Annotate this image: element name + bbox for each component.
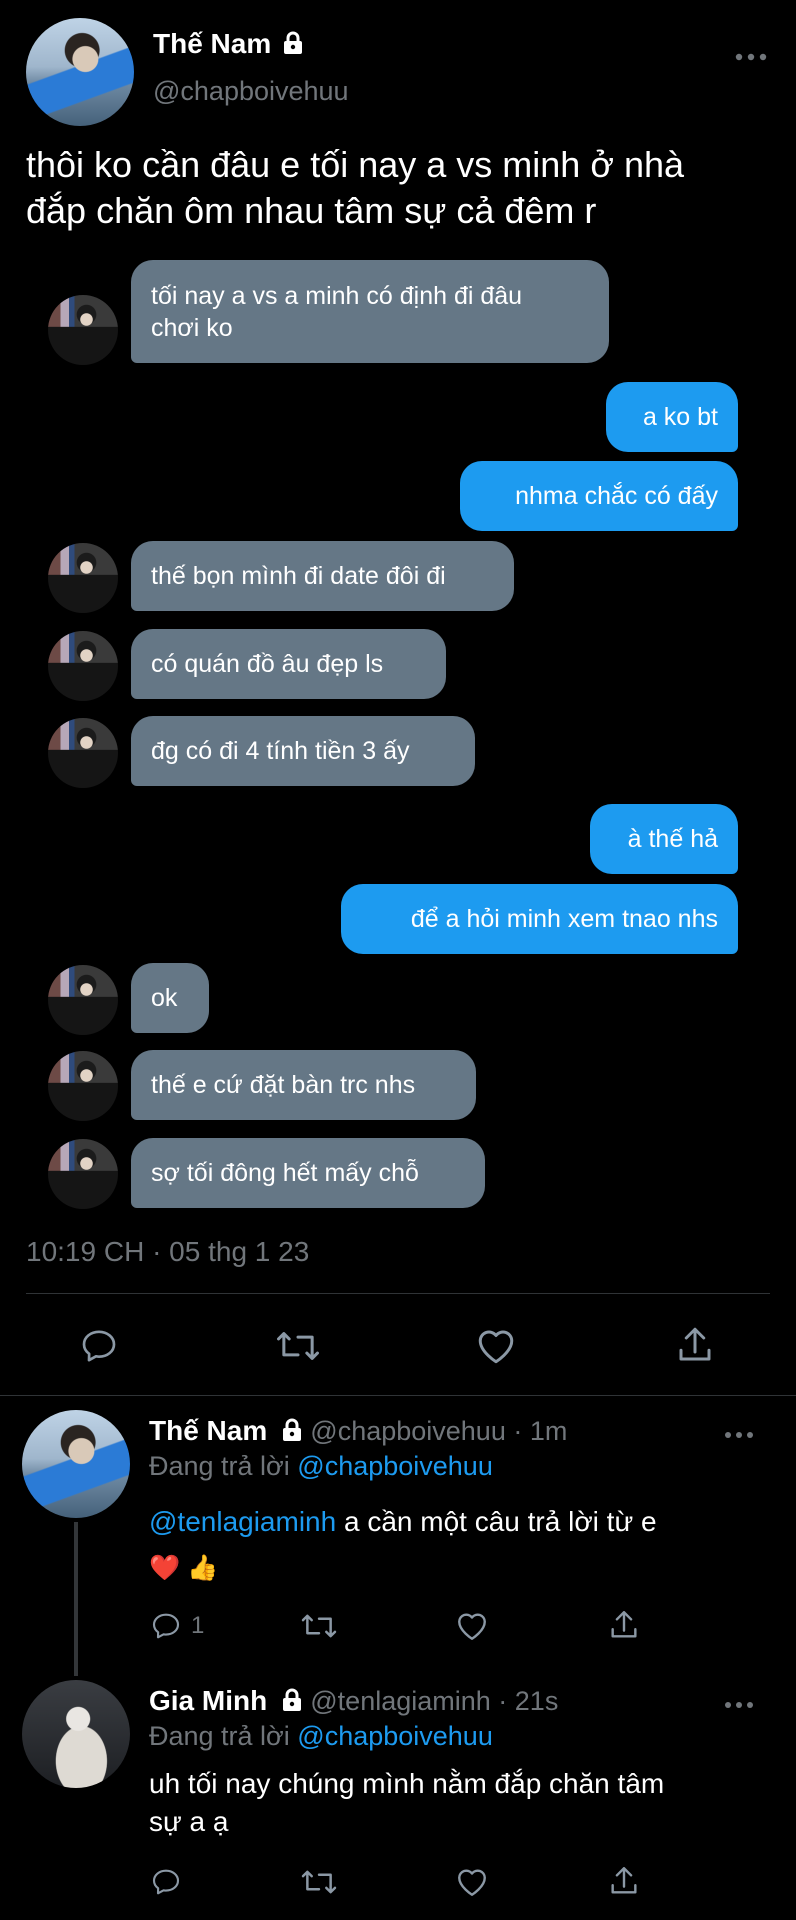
lock-icon bbox=[282, 1688, 301, 1711]
more-options-icon[interactable] bbox=[724, 1426, 754, 1444]
chat-message-text: thế bọn mình đi date đôi đi bbox=[151, 562, 446, 590]
chat-message-text: à thế hả bbox=[627, 825, 718, 853]
tweet-text-line: đắp chăn ôm nhau tâm sự cả đêm r bbox=[26, 190, 597, 231]
author-handle[interactable]: @chapboivehuu bbox=[153, 76, 349, 107]
reply-author-name[interactable]: Gia Minh bbox=[149, 1685, 267, 1716]
chat-avatar bbox=[48, 295, 118, 365]
divider bbox=[26, 1293, 770, 1294]
reply-time[interactable]: · 21s bbox=[498, 1686, 558, 1716]
chat-avatar bbox=[48, 543, 118, 613]
chat-message-outgoing: nhma chắc có đấy bbox=[460, 461, 738, 531]
chat-message-text: nhma chắc có đấy bbox=[515, 482, 718, 510]
reply-count: 1 bbox=[191, 1612, 205, 1639]
chat-message-incoming: sợ tối đông hết mấy chỗ bbox=[131, 1138, 485, 1208]
chat-message-incoming: tối nay a vs a minh có định đi đâu chơi … bbox=[131, 260, 609, 363]
chat-message-outgoing: à thế hả bbox=[590, 804, 738, 874]
reply-author-handle[interactable]: @chapboivehuu bbox=[310, 1416, 506, 1446]
replying-to: Đang trả lời @chapboivehuu bbox=[149, 1451, 493, 1482]
reply-text-line: sự a ạ bbox=[149, 1806, 229, 1837]
chat-message-text: ok bbox=[151, 984, 178, 1012]
tweet-timestamp[interactable]: 10:19 CH · 05 thg 1 23 bbox=[26, 1236, 309, 1268]
like-icon[interactable] bbox=[475, 1326, 517, 1366]
reply-emojis: ❤️ 👍 bbox=[149, 1554, 219, 1582]
replying-prefix: Đang trả lời bbox=[149, 1721, 290, 1751]
reply-text: @tenlagiaminh a cần một câu trả lời từ e… bbox=[149, 1498, 749, 1592]
chat-message-text: đg có đi 4 tính tiền 3 ấy bbox=[151, 737, 410, 765]
reply-icon[interactable] bbox=[149, 1866, 183, 1898]
author-name[interactable]: Thế Nam bbox=[153, 28, 271, 59]
tweet-text: thôi ko cần đâu e tối nay a vs minh ở nh… bbox=[26, 142, 684, 234]
mention-link[interactable]: @tenlagiaminh bbox=[149, 1506, 336, 1537]
replying-to-link[interactable]: @chapboivehuu bbox=[297, 1451, 493, 1481]
retweet-icon[interactable] bbox=[300, 1610, 338, 1642]
chat-message-text: chơi ko bbox=[151, 313, 233, 342]
retweet-icon[interactable] bbox=[300, 1866, 338, 1898]
chat-message-incoming: có quán đồ âu đẹp ls bbox=[131, 629, 446, 699]
chat-avatar bbox=[48, 965, 118, 1035]
lock-icon bbox=[282, 1418, 301, 1441]
like-icon[interactable] bbox=[455, 1866, 489, 1898]
like-icon[interactable] bbox=[455, 1610, 489, 1642]
reply-icon[interactable] bbox=[78, 1326, 120, 1366]
divider bbox=[0, 1395, 796, 1396]
reply-text: uh tối nay chúng mình nằm đắp chăn tâm s… bbox=[149, 1765, 769, 1841]
reply-avatar[interactable] bbox=[22, 1680, 130, 1788]
tweet-text-line: thôi ko cần đâu e tối nay a vs minh ở nh… bbox=[26, 144, 685, 185]
reply-text-body: a cần một câu trả lời từ e bbox=[336, 1506, 657, 1537]
more-options-icon[interactable] bbox=[724, 1696, 754, 1714]
thread-line bbox=[74, 1522, 78, 1676]
chat-avatar bbox=[48, 1139, 118, 1209]
chat-avatar bbox=[48, 631, 118, 701]
author-name-row[interactable]: Thế Nam bbox=[153, 28, 304, 60]
chat-message-text: để a hỏi minh xem tnao nhs bbox=[410, 905, 718, 933]
chat-message-incoming: thế bọn mình đi date đôi đi bbox=[131, 541, 514, 611]
reply-header: Thế Nam @chapboivehuu · 1m bbox=[149, 1415, 567, 1447]
chat-avatar bbox=[48, 718, 118, 788]
lock-icon bbox=[283, 31, 302, 54]
chat-message-incoming: ok bbox=[131, 963, 209, 1033]
reply-avatar[interactable] bbox=[22, 1410, 130, 1518]
chat-message-incoming: đg có đi 4 tính tiền 3 ấy bbox=[131, 716, 475, 786]
reply-author-name[interactable]: Thế Nam bbox=[149, 1415, 267, 1446]
share-icon[interactable] bbox=[607, 1608, 641, 1642]
chat-message-text: có quán đồ âu đẹp ls bbox=[151, 650, 384, 678]
chat-message-incoming: thế e cứ đặt bàn trc nhs bbox=[131, 1050, 476, 1120]
replying-prefix: Đang trả lời bbox=[149, 1451, 290, 1481]
chat-message-outgoing: a ko bt bbox=[606, 382, 738, 452]
reply-author-handle[interactable]: @tenlagiaminh bbox=[310, 1686, 491, 1716]
replying-to: Đang trả lời @chapboivehuu bbox=[149, 1721, 493, 1752]
chat-avatar bbox=[48, 1051, 118, 1121]
more-options-icon[interactable] bbox=[735, 48, 767, 66]
chat-message-text: a ko bt bbox=[642, 403, 718, 431]
reply-header: Gia Minh @tenlagiaminh · 21s bbox=[149, 1685, 558, 1717]
chat-message-text: thế e cứ đặt bàn trc nhs bbox=[151, 1071, 416, 1099]
share-icon[interactable] bbox=[674, 1324, 716, 1366]
share-icon[interactable] bbox=[607, 1864, 641, 1898]
retweet-icon[interactable] bbox=[275, 1326, 321, 1366]
chat-message-outgoing: để a hỏi minh xem tnao nhs bbox=[341, 884, 738, 954]
replying-to-link[interactable]: @chapboivehuu bbox=[297, 1721, 493, 1751]
reply-time[interactable]: · 1m bbox=[513, 1416, 567, 1446]
reply-icon[interactable]: 1 bbox=[149, 1610, 204, 1642]
reply-text-line: uh tối nay chúng mình nằm đắp chăn tâm bbox=[149, 1768, 665, 1799]
author-avatar[interactable] bbox=[26, 18, 134, 126]
chat-message-text: sợ tối đông hết mấy chỗ bbox=[151, 1159, 419, 1187]
chat-message-text: tối nay a vs a minh có định đi đâu bbox=[151, 281, 523, 310]
